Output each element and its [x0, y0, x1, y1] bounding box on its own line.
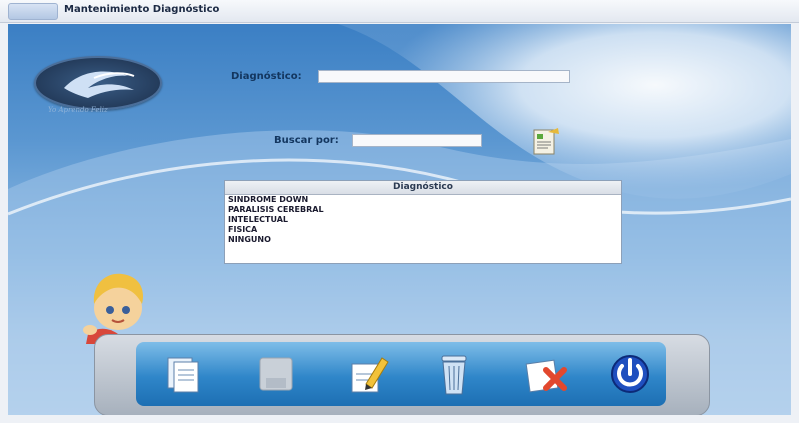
title-bar: Mantenimiento Diagnóstico [0, 0, 799, 23]
diagnostico-label: Diagnóstico: [231, 71, 302, 82]
save-button[interactable] [248, 350, 304, 398]
child-mascot-image [83, 273, 144, 344]
diagnosis-table[interactable]: Diagnóstico SINDROME DOWN PARALISIS CERE… [224, 180, 622, 264]
main-panel: Yo Aprendo Feliz Diagnóstico: Buscar por… [8, 24, 791, 415]
report-button[interactable] [528, 126, 562, 156]
table-row[interactable]: INTELECTUAL [225, 215, 621, 225]
trash-icon [441, 355, 467, 395]
table-row[interactable]: NINGUNO [225, 235, 621, 245]
save-disk-icon [259, 357, 293, 391]
table-header[interactable]: Diagnóstico [225, 181, 621, 195]
delete-button[interactable] [426, 350, 482, 398]
edit-button[interactable] [340, 350, 396, 398]
cancel-button[interactable] [518, 350, 574, 398]
new-documents-icon [167, 357, 199, 393]
report-document-icon [533, 128, 559, 155]
new-button[interactable] [156, 350, 212, 398]
application-window: Mantenimiento Diagnóstico Yo Aprendo Fel… [0, 0, 799, 423]
edit-pencil-icon [351, 357, 389, 393]
logo [34, 56, 162, 110]
table-row[interactable]: PARALISIS CEREBRAL [225, 205, 621, 215]
action-toolbar [94, 334, 710, 415]
delete-cancel-icon [525, 359, 567, 393]
window-title: Mantenimiento Diagnóstico [64, 4, 220, 15]
diagnostico-input[interactable] [318, 70, 570, 83]
table-row[interactable]: FISICA [225, 225, 621, 235]
buscar-input[interactable] [352, 134, 482, 147]
toolbar-panel [136, 342, 666, 406]
exit-button[interactable] [602, 350, 658, 398]
power-exit-icon [611, 355, 649, 393]
app-icon [8, 3, 58, 20]
table-row[interactable]: SINDROME DOWN [225, 195, 621, 205]
bird-logo-icon [64, 71, 135, 98]
buscar-label: Buscar por: [274, 135, 339, 146]
logo-caption: Yo Aprendo Feliz [48, 106, 108, 114]
